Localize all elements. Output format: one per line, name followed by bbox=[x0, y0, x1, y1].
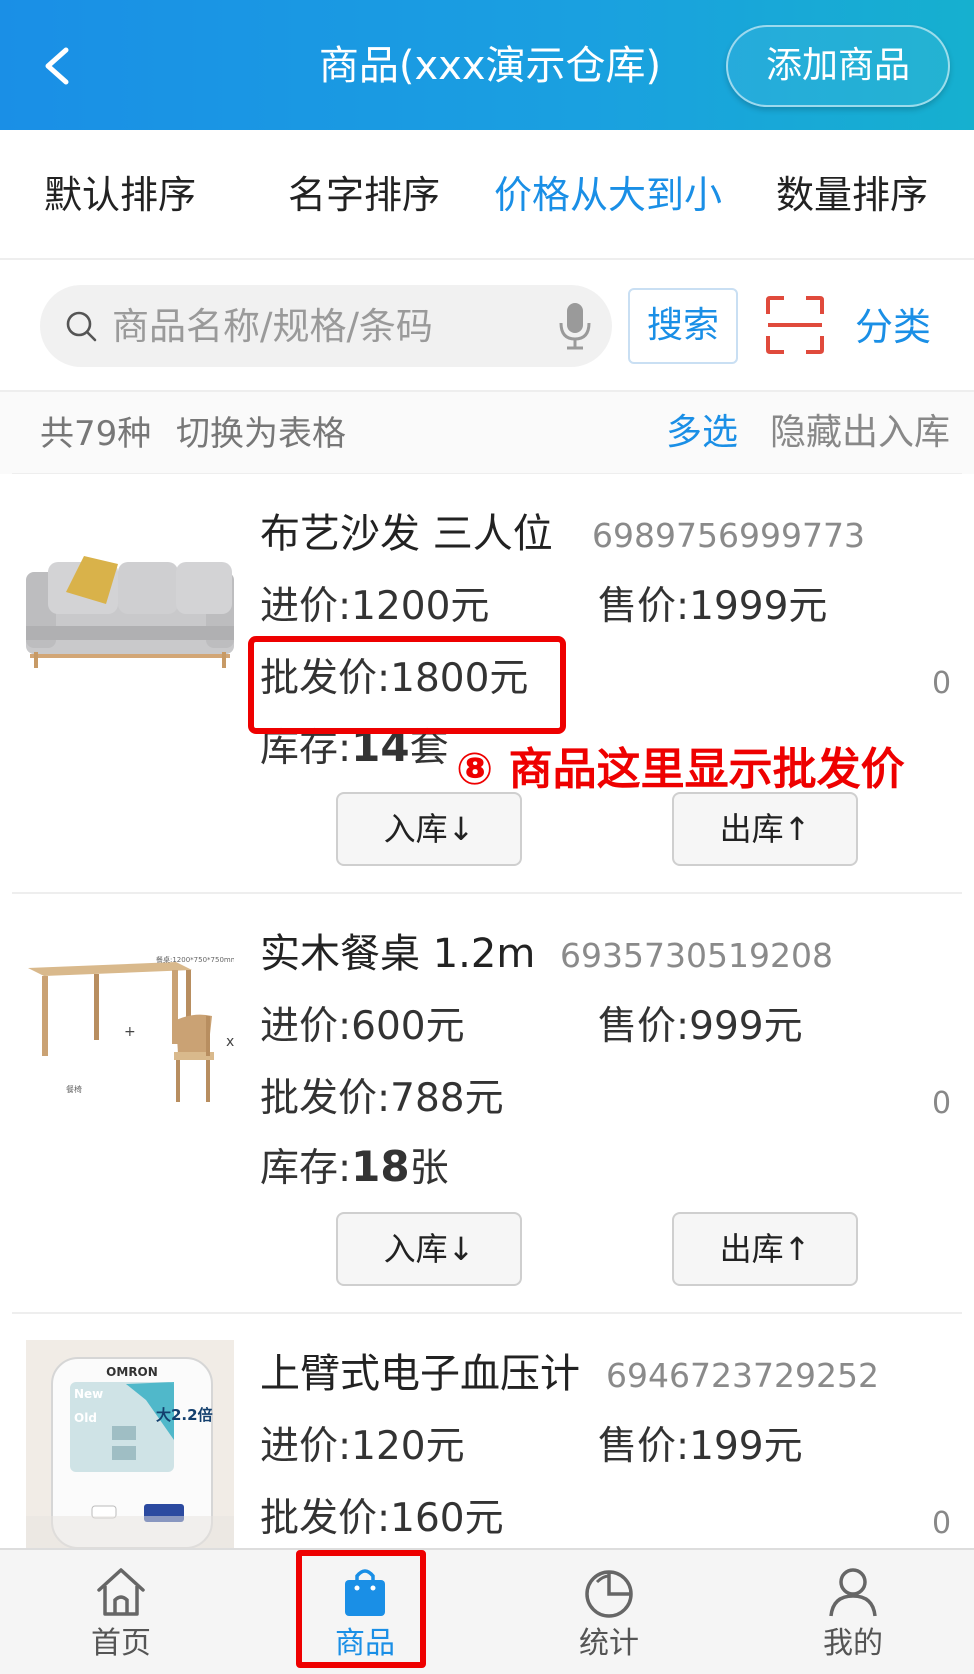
sort-tabs: 默认排序 名字排序 价格从大到小 数量排序 bbox=[0, 130, 974, 258]
purchase-price: 进价:1200元 bbox=[260, 582, 489, 632]
annotation-text: ⑧ 商品这里显示批发价 bbox=[456, 744, 905, 795]
sale-price-value: 999元 bbox=[689, 1004, 803, 1049]
nav-me-label: 我的 bbox=[823, 1626, 883, 1661]
hide-stock-buttons-link[interactable]: 隐藏出入库 bbox=[770, 410, 950, 456]
search-icon bbox=[66, 311, 97, 342]
list-info-bar: 共79种 切换为表格 多选 隐藏出入库 bbox=[0, 392, 974, 474]
scan-icon[interactable] bbox=[766, 296, 824, 354]
sale-price-label: 售价: bbox=[598, 1004, 690, 1049]
wholesale-price: 批发价:160元 bbox=[260, 1494, 504, 1544]
chevron-left-icon bbox=[45, 47, 69, 85]
multi-select-link[interactable]: 多选 bbox=[666, 410, 738, 456]
divider bbox=[0, 258, 974, 260]
product-count: 共79种 bbox=[40, 414, 152, 454]
cart-count: 0 bbox=[932, 1086, 952, 1121]
nav-home-label: 首页 bbox=[91, 1626, 151, 1661]
product-name: 实木餐桌 1.2m bbox=[260, 931, 536, 977]
search-box bbox=[40, 285, 612, 367]
old-label: Old bbox=[74, 1411, 97, 1425]
microphone-icon[interactable] bbox=[556, 301, 594, 351]
nav-statistics[interactable]: 统计 bbox=[534, 1564, 684, 1674]
purchase-price-value: 120元 bbox=[351, 1424, 465, 1469]
product-barcode: 6989756999773 bbox=[592, 516, 865, 555]
sale-price: 售价:1999元 bbox=[598, 582, 827, 632]
purchase-price-value: 1200元 bbox=[351, 584, 490, 629]
stock-in-button[interactable]: 入库↓ bbox=[336, 792, 522, 866]
sale-price-label: 售价: bbox=[598, 584, 690, 629]
wholesale-price-value: 160元 bbox=[390, 1496, 504, 1541]
stock-label: 库存: bbox=[260, 1146, 352, 1191]
purchase-price-value: 600元 bbox=[351, 1004, 465, 1049]
nav-statistics-label: 统计 bbox=[579, 1626, 639, 1661]
new-label: New bbox=[74, 1387, 103, 1401]
enlarge-badge: 大2.2倍 bbox=[156, 1406, 213, 1424]
bottom-nav: 首页 商品 统计 我的 bbox=[0, 1548, 974, 1674]
product-name: 上臂式电子血压计 bbox=[260, 1351, 580, 1397]
product-name: 布艺沙发 三人位 bbox=[260, 511, 553, 557]
times-sign: x bbox=[226, 1034, 234, 1050]
stock-out-button[interactable]: 出库↑ bbox=[672, 792, 858, 866]
product-card[interactable]: 餐桌:1200*750*750mm + x 餐椅 实木餐桌 1.2m 69357… bbox=[0, 894, 974, 1314]
nav-me[interactable]: 我的 bbox=[778, 1564, 928, 1674]
product-barcode: 6946723729252 bbox=[606, 1356, 879, 1395]
top-bar: 商品(xxx演示仓库) 添加商品 bbox=[0, 0, 974, 130]
product-barcode: 6935730519208 bbox=[560, 936, 833, 975]
user-icon bbox=[829, 1568, 877, 1617]
product-image-dining-table: 餐桌:1200*750*750mm + x 餐椅 bbox=[26, 912, 234, 1120]
tab-name-sort[interactable]: 名字排序 bbox=[288, 170, 440, 220]
wholesale-price: 批发价:788元 bbox=[260, 1074, 504, 1124]
sale-price: 售价:199元 bbox=[598, 1422, 803, 1472]
product-image-blood-pressure-monitor: OMRON New Old 大2.2倍 bbox=[26, 1340, 234, 1548]
tab-price-desc-sort[interactable]: 价格从大到小 bbox=[494, 170, 722, 220]
purchase-price-label: 进价: bbox=[260, 1424, 352, 1469]
sale-price-value: 199元 bbox=[689, 1424, 803, 1469]
tab-default-sort[interactable]: 默认排序 bbox=[44, 170, 196, 220]
switch-to-table-link[interactable]: 切换为表格 bbox=[176, 412, 346, 456]
back-button[interactable] bbox=[30, 36, 90, 96]
product-image-sofa bbox=[26, 492, 234, 700]
omron-logo: OMRON bbox=[106, 1365, 158, 1379]
stock-in-button[interactable]: 入库↓ bbox=[336, 1212, 522, 1286]
plus-sign: + bbox=[124, 1024, 136, 1040]
pie-chart-icon bbox=[585, 1570, 633, 1618]
sale-price-value: 1999元 bbox=[689, 584, 828, 629]
wholesale-price-label: 批发价: bbox=[260, 1076, 391, 1121]
category-link[interactable]: 分类 bbox=[855, 302, 931, 352]
nav-home[interactable]: 首页 bbox=[46, 1564, 196, 1674]
add-product-button[interactable]: 添加商品 bbox=[726, 25, 950, 107]
stock-out-button[interactable]: 出库↑ bbox=[672, 1212, 858, 1286]
stock-number: 18 bbox=[351, 1142, 410, 1191]
wholesale-price-label: 批发价: bbox=[260, 1496, 391, 1541]
search-button[interactable]: 搜索 bbox=[628, 288, 738, 364]
purchase-price-label: 进价: bbox=[260, 584, 352, 629]
purchase-price: 进价:120元 bbox=[260, 1422, 465, 1472]
page-title: 商品(xxx演示仓库) bbox=[318, 43, 662, 89]
home-icon bbox=[97, 1568, 145, 1616]
stock: 库存:18张 bbox=[260, 1142, 449, 1194]
sale-price: 售价:999元 bbox=[598, 1002, 803, 1052]
chair-caption: 餐椅 bbox=[66, 1084, 82, 1094]
stock-unit: 张 bbox=[409, 1146, 449, 1191]
wholesale-price-value: 788元 bbox=[390, 1076, 504, 1121]
search-input[interactable] bbox=[112, 285, 522, 367]
cart-count: 0 bbox=[932, 666, 952, 701]
sale-price-label: 售价: bbox=[598, 1424, 690, 1469]
annotation-nav-highlight-box bbox=[296, 1550, 426, 1668]
annotation-highlight-box bbox=[248, 636, 566, 734]
product-card[interactable]: OMRON New Old 大2.2倍 上臂式电子血压计 69467237292… bbox=[0, 1314, 974, 1548]
purchase-price-label: 进价: bbox=[260, 1004, 352, 1049]
cart-count: 0 bbox=[932, 1506, 952, 1541]
purchase-price: 进价:600元 bbox=[260, 1002, 465, 1052]
table-dimensions-text: 餐桌:1200*750*750mm bbox=[156, 955, 234, 964]
tab-quantity-sort[interactable]: 数量排序 bbox=[776, 170, 928, 220]
